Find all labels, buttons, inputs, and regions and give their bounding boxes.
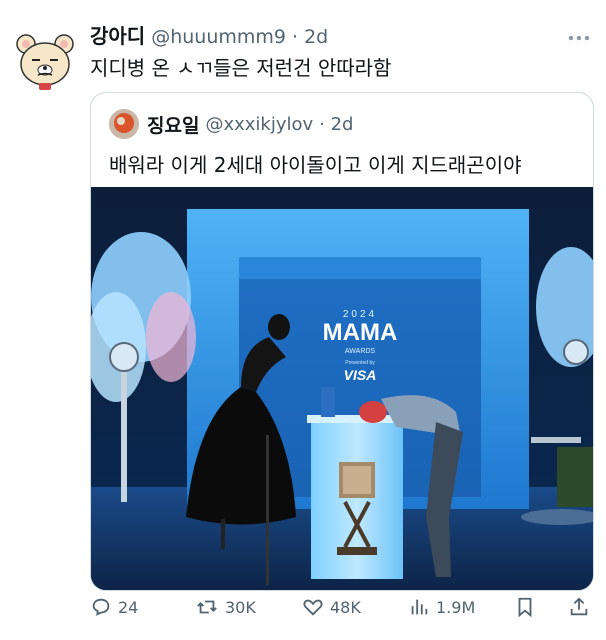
quote-author-handle[interactable]: @xxxikjylov (205, 114, 313, 135)
author-handle[interactable]: @huuummm9 (151, 26, 286, 48)
repost-button[interactable]: 30K (195, 596, 256, 618)
share-icon (570, 597, 588, 616)
like-button[interactable]: 48K (302, 596, 361, 618)
quote-text: 배워라 이게 2세대 아이돌이고 이게 지드래곤이야 (109, 153, 522, 177)
bookmark-icon (518, 597, 532, 618)
reply-count: 24 (118, 597, 139, 617)
views-button[interactable]: 1.9M (408, 596, 475, 618)
heart-icon (303, 599, 323, 616)
views-count: 1.9M (436, 597, 476, 617)
share-button[interactable] (568, 596, 596, 618)
like-count: 48K (330, 597, 361, 617)
repost-count: 30K (225, 597, 256, 617)
quote-header: 징요일 @xxxikjylov · 2d (109, 109, 353, 139)
author-avatar[interactable] (12, 28, 78, 94)
quote-author-name[interactable]: 징요일 (147, 111, 199, 138)
quoted-tweet[interactable]: 징요일 @xxxikjylov · 2d 배워라 이게 2세대 아이돌이고 이게… (90, 92, 594, 591)
quote-media-image[interactable]: 2024 MAMA AWARDS Presented by VISA (91, 187, 593, 590)
media-subtitle: AWARDS (345, 348, 376, 355)
reply-icon (92, 598, 110, 616)
tweet-actions: 24 30K 48K 1.9M (90, 596, 590, 626)
reply-button[interactable]: 24 (90, 596, 138, 618)
quote-avatar[interactable] (109, 109, 139, 139)
media-presented: Presented by (345, 360, 375, 366)
tweet-time[interactable]: · 2d (292, 26, 328, 48)
author-name[interactable]: 강아디 (90, 20, 145, 49)
repost-icon (197, 600, 217, 614)
tweet: 강아디 @huuummm9 · 2d 지디병 온 ㅅㄲ들은 저런건 안따라함 징… (0, 0, 606, 640)
media-logo: MAMA (323, 319, 398, 346)
media-sponsor: VISA (344, 367, 377, 383)
more-icon[interactable] (568, 26, 590, 47)
quote-time[interactable]: · 2d (319, 114, 353, 135)
tweet-text: 지디병 온 ㅅㄲ들은 저런건 안따라함 (90, 56, 392, 80)
views-icon (411, 599, 428, 615)
tweet-header: 강아디 @huuummm9 · 2d (90, 20, 328, 48)
bookmark-button[interactable] (514, 596, 542, 618)
